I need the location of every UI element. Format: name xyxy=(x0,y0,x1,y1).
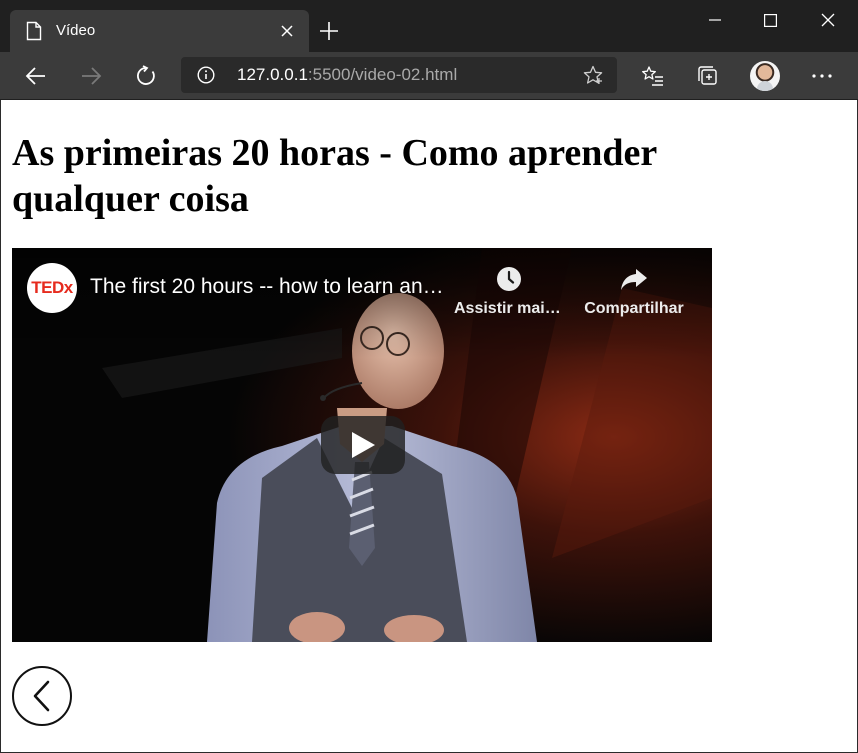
address-bar[interactable]: 127.0.0.1:5500/video-02.html xyxy=(181,57,617,93)
back-arrow-left-icon[interactable] xyxy=(20,60,52,92)
channel-logo[interactable]: TEDx xyxy=(27,263,77,313)
share-button[interactable]: Compartilhar xyxy=(579,264,689,318)
page-title: As primeiras 20 horas - Como aprender qu… xyxy=(12,132,657,220)
chevron-left-icon xyxy=(33,680,50,712)
window-close-icon[interactable] xyxy=(799,0,857,40)
profile-avatar[interactable] xyxy=(750,61,780,91)
share-label: Compartilhar xyxy=(584,300,684,317)
window-minimize-icon[interactable] xyxy=(686,0,744,40)
page-content: As primeiras 20 horas - Como aprender qu… xyxy=(0,100,858,753)
more-icon[interactable] xyxy=(806,60,838,92)
window-maximize-icon[interactable] xyxy=(741,0,799,40)
browser-titlebar: Vídeo xyxy=(0,0,858,52)
url-text[interactable]: 127.0.0.1:5500/video-02.html xyxy=(237,65,457,85)
play-button[interactable] xyxy=(321,416,405,474)
browser-tab[interactable]: Vídeo xyxy=(10,10,309,52)
share-icon xyxy=(621,269,647,290)
refresh-icon[interactable] xyxy=(130,60,162,92)
clock-icon xyxy=(497,267,521,291)
watch-later-label: Assistir mais tarde xyxy=(454,300,564,317)
video-title[interactable]: The first 20 hours -- how to learn anyth… xyxy=(90,275,450,299)
forward-arrow-right-icon[interactable] xyxy=(75,60,107,92)
tab-title: Vídeo xyxy=(56,22,96,39)
favorites-list-icon[interactable] xyxy=(637,60,669,92)
tab-close-icon[interactable] xyxy=(278,22,296,40)
play-icon xyxy=(352,432,375,458)
info-icon[interactable] xyxy=(197,66,215,84)
video-embed[interactable]: TEDx The first 20 hours -- how to learn … xyxy=(12,248,712,642)
back-button[interactable] xyxy=(12,666,72,726)
browser-toolbar: 127.0.0.1:5500/video-02.html xyxy=(0,52,858,100)
collections-icon[interactable] xyxy=(692,60,724,92)
url-host: 127.0.0.1 xyxy=(237,65,308,84)
page-icon xyxy=(26,21,42,41)
watch-later-button[interactable]: Assistir mais tarde xyxy=(454,264,564,318)
channel-logo-text: TEDx xyxy=(31,278,73,297)
favorite-star-icon[interactable] xyxy=(583,65,603,85)
url-path: :5500/video-02.html xyxy=(307,65,458,84)
new-tab-plus-icon[interactable] xyxy=(317,19,341,43)
